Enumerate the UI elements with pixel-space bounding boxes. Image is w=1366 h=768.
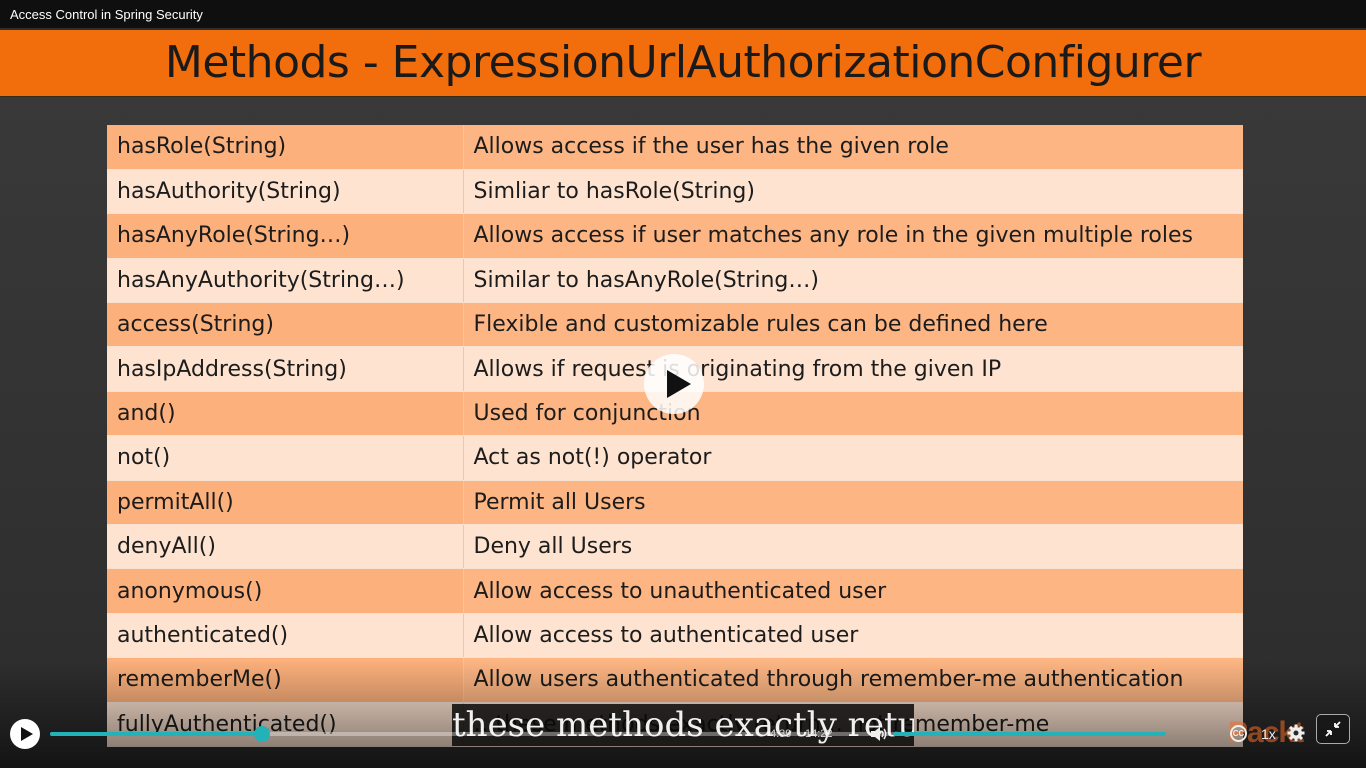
subtitle-caption: these methods exactly return (452, 704, 914, 746)
method-name-cell: hasAnyRole(String…) (107, 213, 464, 259)
exit-fullscreen-button[interactable] (1316, 714, 1350, 744)
method-description-cell: Permit all Users (463, 480, 1243, 526)
method-description-cell: Allows access if user matches any role i… (463, 213, 1243, 259)
table-row: hasRole(String) Allows access if the user… (107, 125, 1243, 170)
method-description-cell: Flexible and customizable rules can be d… (463, 302, 1243, 348)
method-description-cell: Act as not(!) operator (463, 435, 1243, 481)
method-name-cell: hasRole(String) (107, 125, 464, 170)
method-description-cell: Used for conjunction (463, 391, 1243, 437)
center-play-button[interactable] (644, 354, 704, 414)
method-description-cell: Allow access to authenticated user (463, 613, 1243, 659)
method-name-cell: permitAll() (107, 480, 464, 526)
method-name-cell: and() (107, 391, 464, 437)
method-name-cell: anonymous() (107, 568, 464, 614)
method-description-cell: Allow access to unauthenticated user (463, 568, 1243, 614)
table-row: hasAuthority(String) Simliar to hasRole(S… (107, 169, 1243, 215)
table-row: denyAll() Deny all Users (107, 524, 1243, 570)
playback-speed-button[interactable]: 1x (1261, 725, 1276, 743)
method-name-cell: hasAnyAuthority(String…) (107, 258, 464, 304)
method-description-cell: Simliar to hasRole(String) (463, 169, 1243, 215)
method-description-cell: Allows access if the user has the given … (463, 125, 1243, 170)
method-name-cell: denyAll() (107, 524, 464, 570)
method-name-cell: not() (107, 435, 464, 481)
slide-title: Methods - ExpressionUrlAuthorizationConf… (164, 37, 1202, 88)
table-row: anonymous() Allow access to unauthenticat… (107, 568, 1243, 614)
progress-thumb[interactable] (254, 726, 271, 742)
current-time: 4:39 (770, 728, 792, 740)
method-description-cell: Deny all Users (463, 524, 1243, 570)
volume-slider[interactable] (893, 732, 1166, 736)
closed-captions-icon[interactable]: CC (1230, 725, 1247, 742)
table-row: access(String) Flexible and customizable … (107, 302, 1243, 348)
table-row: permitAll() Permit all Users (107, 480, 1243, 526)
slide-title-banner: Methods - ExpressionUrlAuthorizationConf… (0, 29, 1366, 97)
methods-table: hasRole(String) Allows access if the user… (107, 125, 1243, 747)
method-name-cell: hasIpAddress(String) (107, 346, 464, 392)
table-row: not() Act as not(!) operator (107, 435, 1243, 481)
method-name-cell: access(String) (107, 302, 464, 348)
table-row: hasAnyRole(String…) Allows access if user… (107, 213, 1243, 259)
method-name-cell: authenticated() (107, 613, 464, 659)
table-row: authenticated() Allow access to authentic… (107, 613, 1243, 659)
method-description-cell: Allows if request is originating from th… (463, 346, 1243, 392)
window-title: Access Control in Spring Security (0, 0, 1366, 28)
method-description-cell: Similar to hasAnyRole(String…) (463, 258, 1243, 304)
gear-icon[interactable] (1287, 724, 1305, 742)
volume-icon[interactable] (869, 725, 889, 743)
exit-fullscreen-icon (1325, 721, 1341, 737)
method-name-cell: hasAuthority(String) (107, 169, 464, 215)
duration: 14:22 (805, 728, 833, 740)
table-row: hasAnyAuthority(String…) Similar to hasAn… (107, 258, 1243, 304)
play-button[interactable] (10, 719, 40, 749)
progress-fill (50, 732, 263, 736)
